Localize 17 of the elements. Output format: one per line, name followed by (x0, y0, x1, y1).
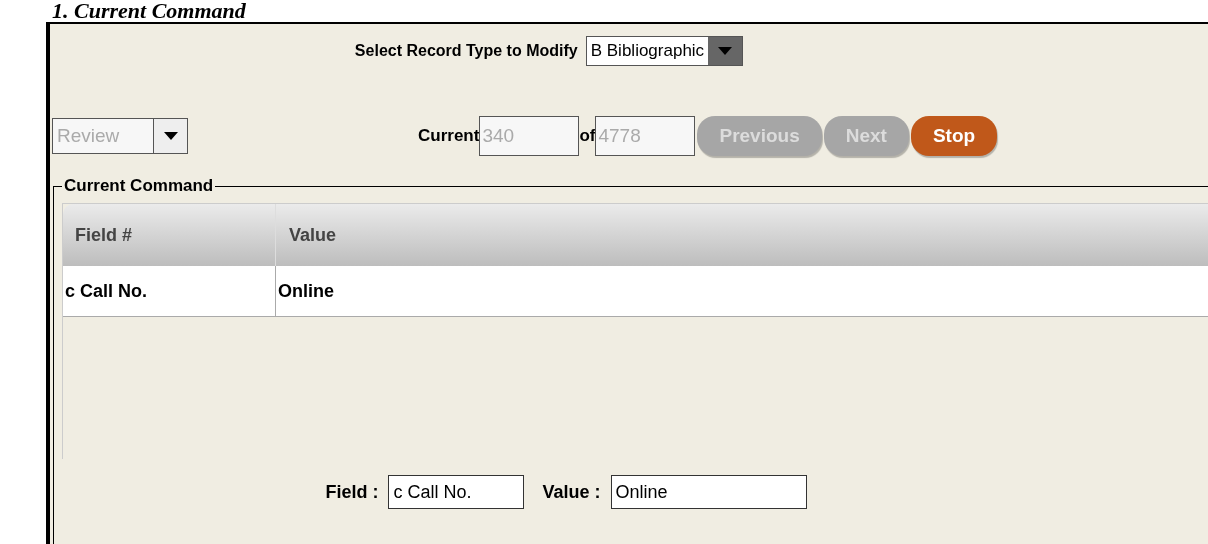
table-cell: c Call No. (63, 266, 276, 316)
field-label: Field : (325, 480, 379, 504)
value-label: Value : (542, 480, 601, 504)
record-type-label: Select Record Type to Modify (354, 41, 578, 61)
total-field: 4778 (595, 116, 696, 156)
nav-button[interactable]: Stop (910, 116, 998, 156)
record-type-dropdown[interactable]: B Bibliographic (585, 36, 744, 66)
caret-icon (718, 47, 733, 55)
field-input[interactable]: c Call No. (388, 475, 525, 509)
section-heading: 1. Current Command (52, 0, 246, 22)
of-label: of (579, 125, 596, 148)
table-cell-text: Online (277, 279, 335, 303)
caret-icon (163, 132, 178, 140)
current-field: 340 (479, 116, 580, 156)
current-label: Current (418, 125, 480, 148)
value-input[interactable]: Online (610, 475, 807, 509)
column-header[interactable]: Value (276, 204, 1208, 266)
